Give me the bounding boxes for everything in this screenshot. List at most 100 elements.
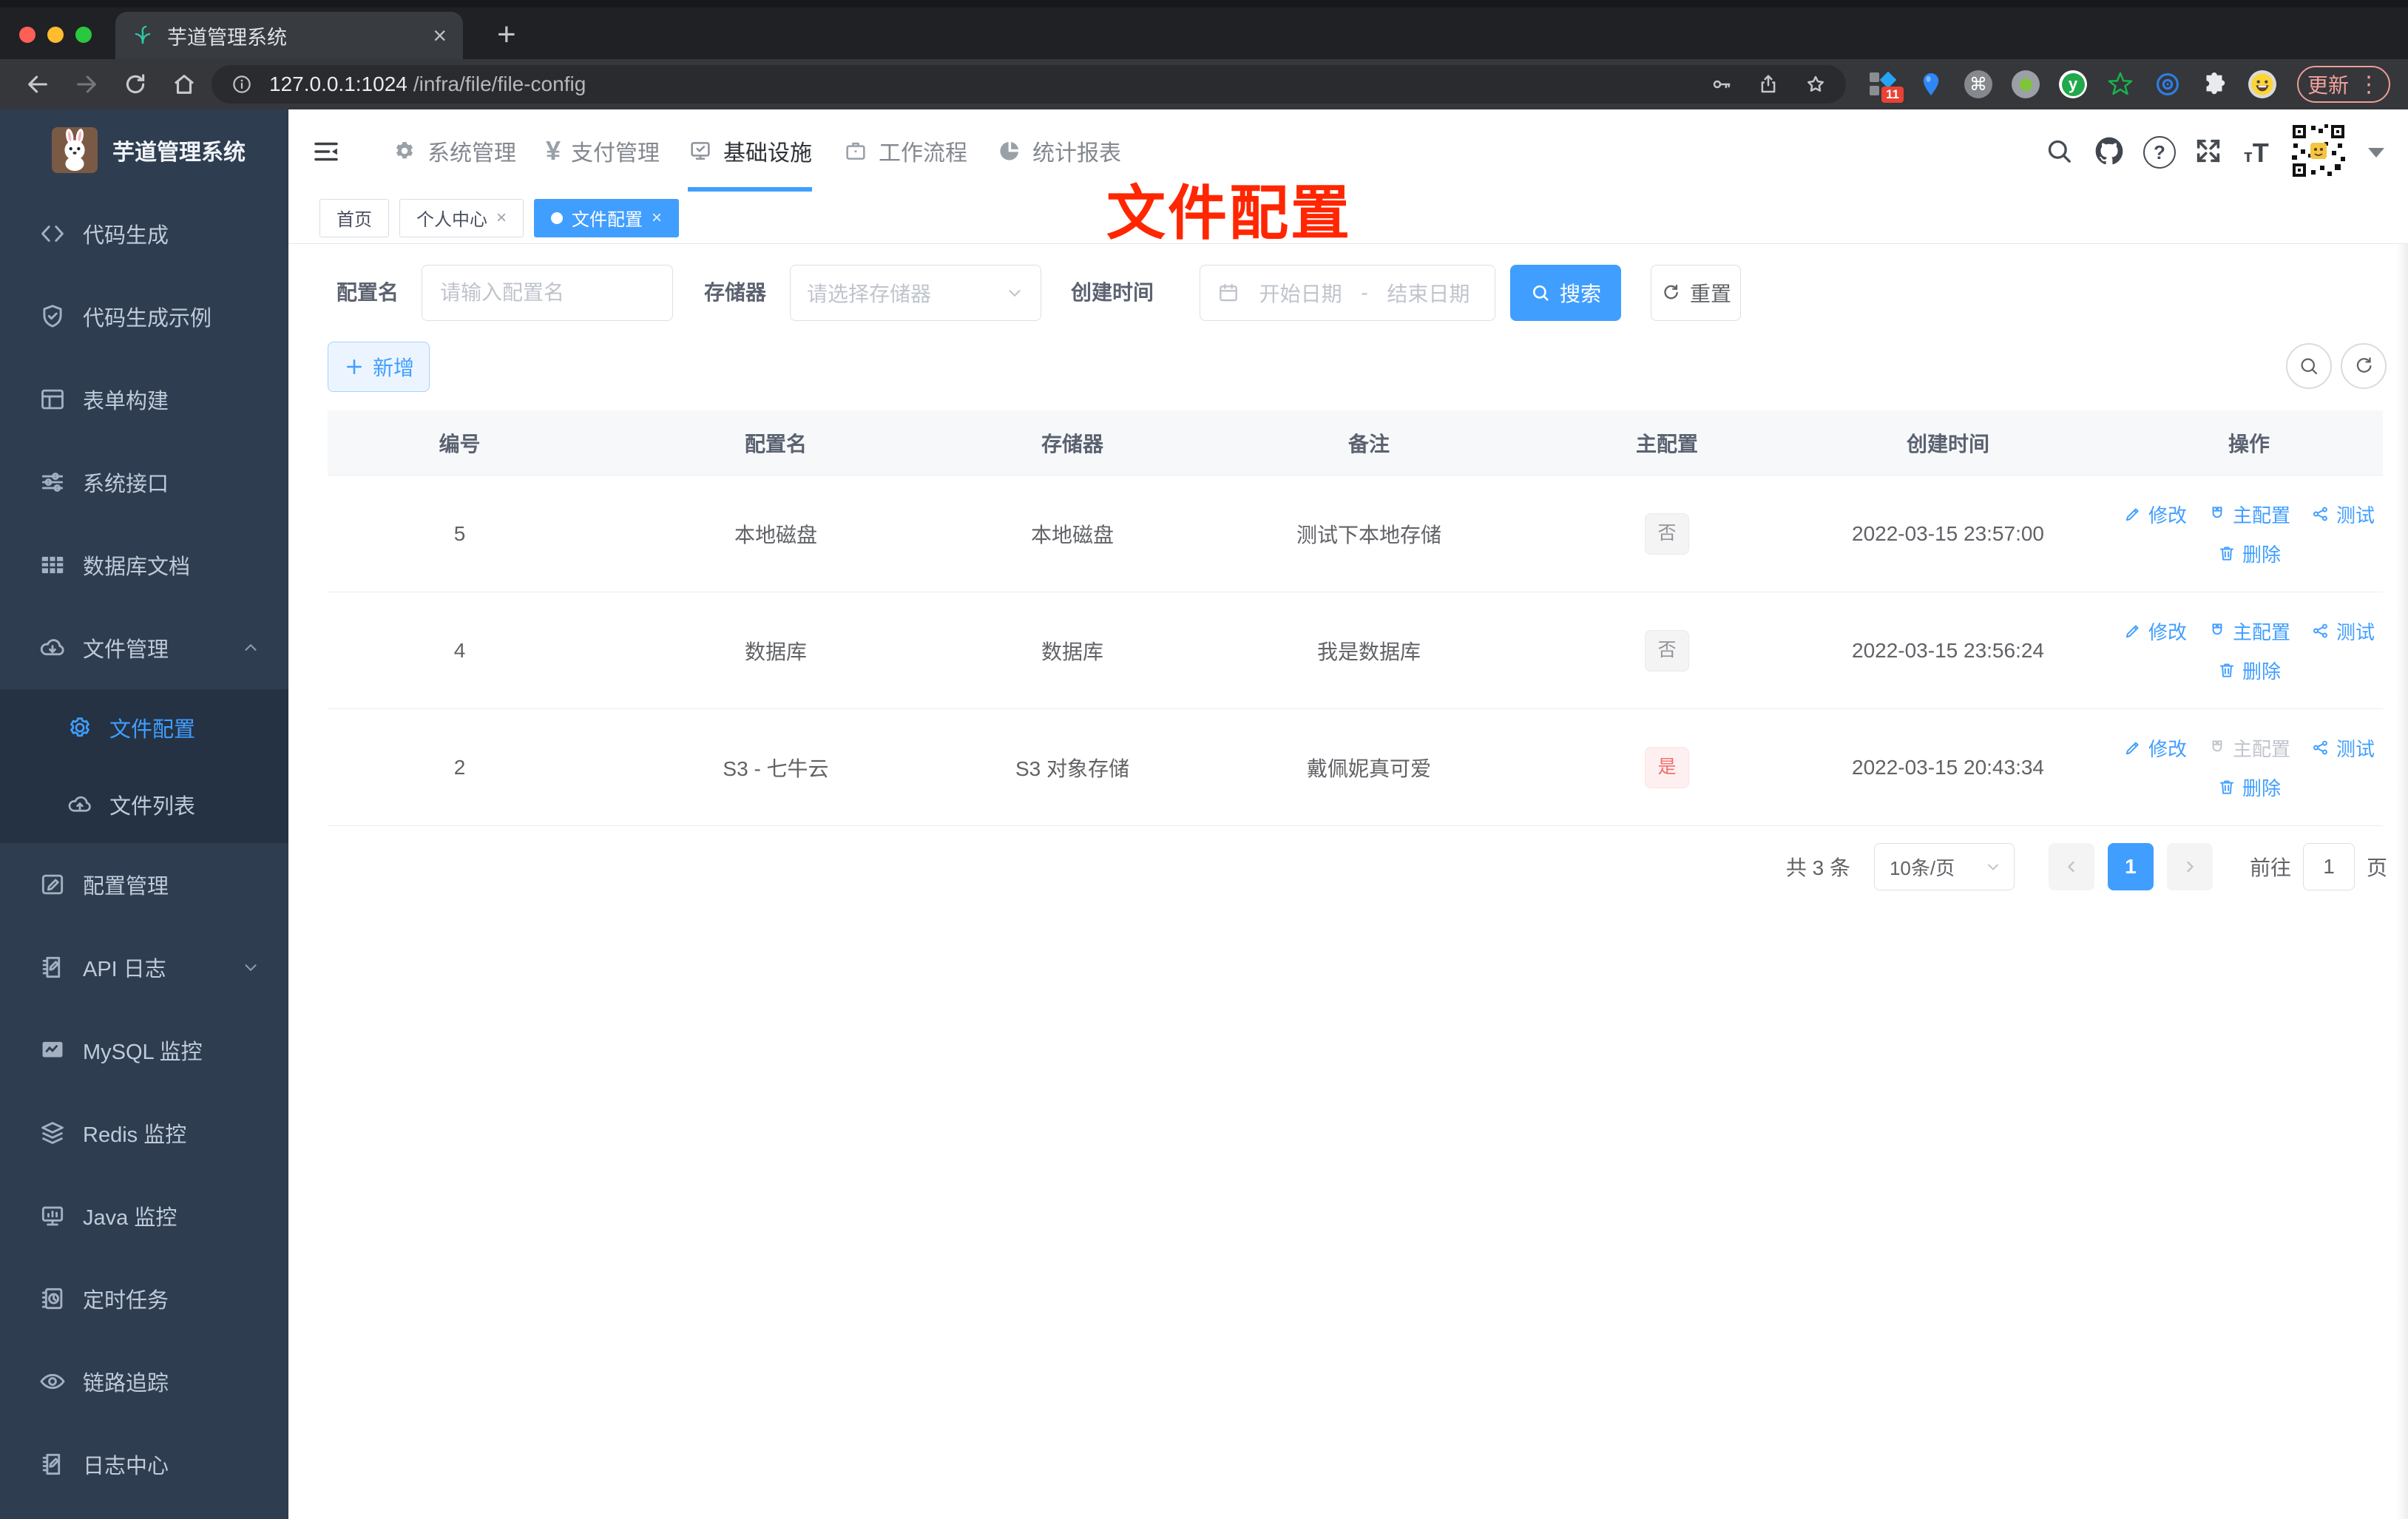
display-icon bbox=[38, 1202, 67, 1230]
reload-icon[interactable] bbox=[123, 72, 148, 97]
layers-icon bbox=[38, 1119, 67, 1147]
avatar[interactable] bbox=[2289, 121, 2348, 180]
sidebar-item-db-doc[interactable]: 数据库文档 bbox=[0, 524, 288, 606]
delete-link[interactable]: 删除 bbox=[2217, 657, 2281, 684]
extension-pin-icon[interactable]: 11 bbox=[1870, 70, 1904, 103]
toggle-search-button[interactable] bbox=[2286, 343, 2332, 389]
col-header-master: 主配置 bbox=[1635, 432, 1698, 456]
date-end-input[interactable]: 结束日期 bbox=[1379, 278, 1478, 308]
topnav-payment[interactable]: ¥ 支付管理 bbox=[546, 109, 660, 192]
browser-update-button[interactable]: 更新 ⋮ bbox=[2297, 66, 2390, 103]
bookmark-star-icon[interactable] bbox=[1805, 73, 1827, 95]
next-page-button[interactable] bbox=[2166, 843, 2213, 890]
sidebar-item-java-monitor[interactable]: Java 监控 bbox=[0, 1174, 288, 1257]
sidebar-item-code-gen[interactable]: 代码生成 bbox=[0, 192, 288, 275]
reset-button[interactable]: 重置 bbox=[1651, 265, 1741, 321]
traffic-light-minimize[interactable] bbox=[47, 27, 64, 43]
extension-eye-icon[interactable] bbox=[2154, 70, 2182, 98]
sidebar-item-file-config[interactable]: 文件配置 bbox=[0, 689, 288, 766]
home-icon[interactable] bbox=[172, 72, 197, 97]
site-info-icon[interactable] bbox=[231, 73, 253, 95]
goto-page-input[interactable] bbox=[2302, 843, 2355, 890]
tag-tab-home[interactable]: 首页 bbox=[319, 198, 389, 237]
sidebar-item-form-builder[interactable]: 表单构建 bbox=[0, 358, 288, 441]
test-link[interactable]: 测试 bbox=[2311, 734, 2375, 762]
master-config-link[interactable]: 主配置 bbox=[2208, 618, 2290, 645]
test-link[interactable]: 测试 bbox=[2311, 501, 2375, 528]
sidebar-item-cron-jobs[interactable]: 定时任务 bbox=[0, 1257, 288, 1340]
sidebar-item-tracing[interactable]: 链路追踪 bbox=[0, 1340, 288, 1423]
date-start-input[interactable]: 开始日期 bbox=[1251, 278, 1350, 308]
cloud-upload-icon bbox=[67, 791, 93, 818]
config-name-input[interactable] bbox=[439, 280, 656, 305]
tag-tab-file-config[interactable]: 文件配置 × bbox=[534, 198, 680, 237]
extension-green-dot-icon[interactable] bbox=[2012, 70, 2040, 98]
form-grid-icon bbox=[38, 385, 67, 413]
extension-emoji-icon[interactable] bbox=[2248, 70, 2276, 98]
sidebar-item-file-manage[interactable]: 文件管理 bbox=[0, 606, 288, 689]
avatar-caret-icon[interactable] bbox=[2368, 148, 2384, 158]
delete-link[interactable]: 删除 bbox=[2217, 540, 2281, 567]
extension-balloon-icon[interactable] bbox=[1917, 70, 1945, 98]
delete-link[interactable]: 删除 bbox=[2217, 774, 2281, 801]
sidebar-item-redis-monitor[interactable]: Redis 监控 bbox=[0, 1092, 288, 1174]
sidebar-item-system-api[interactable]: 系统接口 bbox=[0, 441, 288, 524]
url-bar[interactable]: 127.0.0.1:1024 /infra/file/file-config bbox=[212, 65, 1846, 104]
search-button[interactable]: 搜索 bbox=[1510, 265, 1621, 321]
test-link[interactable]: 测试 bbox=[2311, 618, 2375, 645]
browser-menu-icon[interactable]: ⋮ bbox=[2358, 72, 2380, 98]
topnav-reports[interactable]: 统计报表 bbox=[997, 109, 1121, 192]
forward-icon[interactable] bbox=[74, 72, 99, 97]
tab-title: 芋道管理系统 bbox=[167, 26, 287, 49]
sidebar-item-mysql-monitor[interactable]: MySQL 监控 bbox=[0, 1009, 288, 1092]
extension-star-icon[interactable] bbox=[2106, 70, 2134, 98]
back-icon[interactable] bbox=[25, 72, 50, 97]
traffic-light-close[interactable] bbox=[19, 27, 35, 43]
extension-y-icon[interactable]: y bbox=[2059, 70, 2087, 98]
annotation-overlay-text: 文件配置 bbox=[1106, 180, 1352, 246]
new-tab-button[interactable]: + bbox=[497, 16, 516, 53]
close-icon[interactable]: × bbox=[652, 208, 662, 229]
app-logo[interactable]: 芋道管理系统 bbox=[0, 109, 288, 173]
edit-link[interactable]: 修改 bbox=[2123, 734, 2187, 762]
master-config-link[interactable]: 主配置 bbox=[2208, 501, 2290, 528]
sidebar-item-api-log[interactable]: API 日志 bbox=[0, 926, 288, 1009]
search-icon[interactable] bbox=[2044, 136, 2074, 166]
code-icon bbox=[38, 220, 67, 248]
sidebar-item-code-gen-demo[interactable]: 代码生成示例 bbox=[0, 275, 288, 358]
tab-close-icon[interactable]: × bbox=[433, 24, 447, 47]
topnav-infrastructure[interactable]: 基础设施 bbox=[688, 109, 812, 192]
topnav-system[interactable]: 系统管理 bbox=[392, 109, 516, 192]
add-button[interactable]: 新增 bbox=[328, 342, 430, 392]
col-header-actions: 操作 bbox=[2228, 432, 2270, 456]
prev-page-button[interactable] bbox=[2048, 843, 2094, 890]
fullscreen-icon[interactable] bbox=[2194, 136, 2223, 166]
sidebar-submenu-file: 文件配置 文件列表 bbox=[0, 689, 288, 843]
extension-command-icon[interactable]: ⌘ bbox=[1964, 70, 1992, 98]
edit-link[interactable]: 修改 bbox=[2123, 618, 2187, 645]
topnav-workflow[interactable]: 工作流程 bbox=[843, 109, 967, 192]
browser-tab[interactable]: 芋道管理系统 × bbox=[115, 12, 463, 59]
share-icon[interactable] bbox=[1757, 73, 1779, 95]
edit-square-icon bbox=[38, 870, 67, 899]
font-size-icon[interactable]: тT bbox=[2244, 138, 2269, 169]
sidebar-item-config-manage[interactable]: 配置管理 bbox=[0, 843, 288, 926]
eye-icon bbox=[38, 1367, 67, 1395]
page-size-select[interactable]: 10条/页 bbox=[1873, 843, 2015, 890]
current-page-button[interactable]: 1 bbox=[2107, 843, 2154, 890]
storage-select[interactable]: 请选择存储器 bbox=[790, 265, 1041, 321]
file-config-table: 编号 配置名 存储器 备注 主配置 创建时间 操作 5 本地磁盘 本地磁盘 测试… bbox=[328, 410, 2383, 826]
password-key-icon[interactable] bbox=[1710, 73, 1732, 95]
close-icon[interactable]: × bbox=[496, 208, 507, 229]
github-icon[interactable] bbox=[2093, 135, 2125, 167]
sidebar-item-file-list[interactable]: 文件列表 bbox=[0, 766, 288, 843]
help-icon[interactable]: ? bbox=[2143, 136, 2176, 169]
collapse-sidebar-icon[interactable] bbox=[311, 136, 342, 167]
traffic-light-maximize[interactable] bbox=[75, 27, 92, 43]
refresh-table-button[interactable] bbox=[2341, 343, 2387, 389]
date-range-picker[interactable]: 开始日期 - 结束日期 bbox=[1200, 265, 1495, 321]
edit-link[interactable]: 修改 bbox=[2123, 501, 2187, 528]
extension-puzzle-icon[interactable] bbox=[2201, 70, 2229, 98]
sidebar-item-log-center[interactable]: 日志中心 bbox=[0, 1423, 288, 1506]
tag-tab-profile[interactable]: 个人中心 × bbox=[399, 198, 524, 237]
